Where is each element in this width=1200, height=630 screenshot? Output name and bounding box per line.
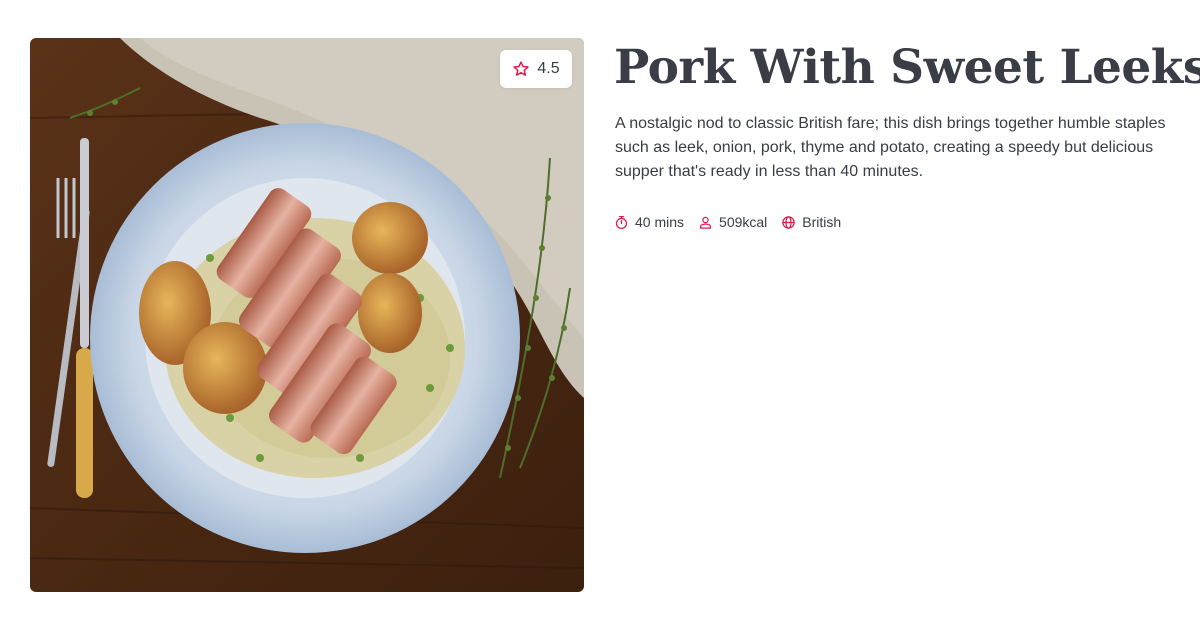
recipe-photo (30, 38, 584, 592)
recipe-card: 4.5 Pork With Sweet Leeks A nostalgic no… (0, 0, 1200, 630)
globe-icon (782, 215, 796, 229)
stopwatch-icon (615, 215, 628, 229)
meta-calories: 509kcal (698, 214, 767, 230)
meta-time: 40 mins (614, 214, 684, 230)
rating-badge[interactable]: 4.5 (500, 50, 572, 88)
meta-time-value: 40 mins (635, 214, 685, 230)
meta-calories-value: 509kcal (719, 214, 768, 230)
recipe-meta: 40 mins 509kcal British (614, 214, 841, 230)
recipe-image-art (30, 38, 584, 592)
page-title: Pork With Sweet Leeks (614, 40, 1200, 95)
person-icon (699, 216, 712, 229)
star-outline-icon (513, 61, 530, 76)
rating-value: 4.5 (537, 60, 560, 77)
recipe-description: A nostalgic nod to classic British fare;… (615, 115, 1166, 180)
meta-cuisine: British (781, 214, 841, 230)
meta-cuisine-value: British (802, 214, 842, 230)
